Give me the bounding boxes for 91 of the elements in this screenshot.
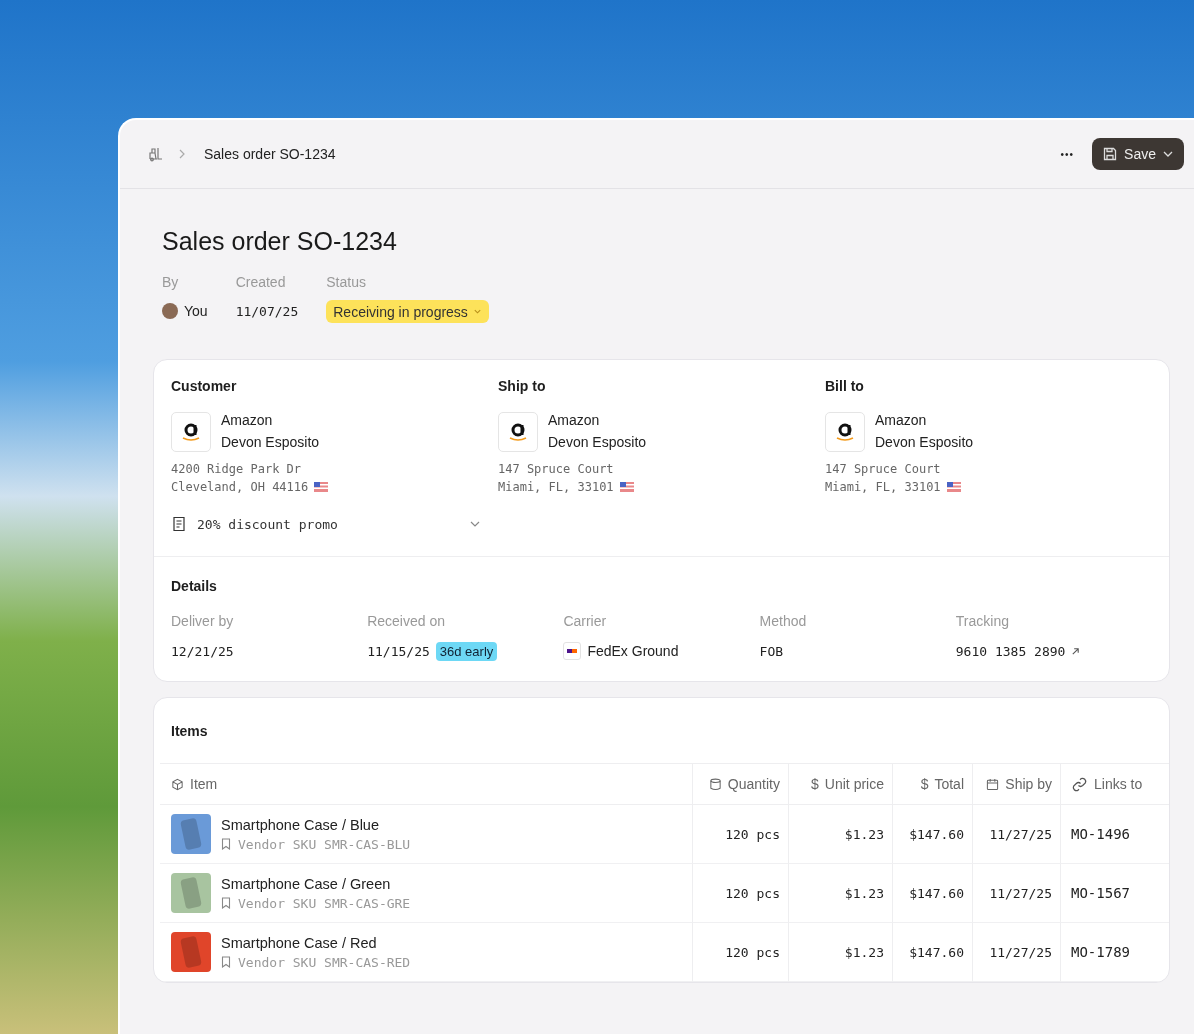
contact-name: Devon Esposito — [221, 434, 320, 450]
column-header: $ Total — [892, 763, 972, 805]
item-name: Smartphone Case / Red — [221, 934, 378, 951]
order-link[interactable]: MO-1496 — [1071, 826, 1130, 842]
order-link[interactable]: MO-1567 — [1071, 885, 1130, 901]
forklift-icon[interactable] — [148, 146, 164, 162]
vendor-sku: Vendor SKU SMR-CAS-GRE — [238, 895, 411, 911]
table-cell: 11/27/25 — [989, 885, 1052, 901]
company-name: Amazon — [875, 412, 928, 428]
carrier-logo-icon — [563, 642, 582, 660]
column-header: Ship by — [972, 763, 1060, 805]
vendor-sku: Vendor SKU SMR-CAS-BLU — [238, 836, 411, 852]
caret-icon — [472, 307, 482, 316]
bookmark-icon — [221, 897, 231, 909]
phone-case-icon — [180, 817, 202, 851]
a-letter-logo-icon — [171, 412, 211, 452]
meta-label: By — [162, 274, 179, 290]
company-name: Amazon — [221, 412, 274, 428]
meta-value: You — [184, 303, 208, 319]
address-line: Cleveland, OH 44116 — [171, 480, 309, 494]
page-title: Sales order SO-1234 — [162, 227, 398, 256]
table-cell: $1.23 — [844, 885, 884, 901]
table-cell: 11/27/25 — [989, 826, 1052, 842]
section-heading: Customer — [171, 378, 237, 394]
breadcrumb-current[interactable]: Sales order SO-1234 — [204, 146, 336, 162]
order-link[interactable]: MO-1789 — [1071, 944, 1130, 960]
item-name: Smartphone Case / Blue — [221, 816, 380, 833]
table-cell: $1.23 — [844, 944, 884, 960]
column-header: $ Unit price — [788, 763, 892, 805]
a-letter-logo-icon — [825, 412, 865, 452]
address-line: 147 Spruce Court — [498, 462, 614, 476]
cube-icon — [171, 777, 184, 791]
field-label: Received on — [367, 613, 445, 629]
early-badge: 36d early — [435, 641, 498, 661]
bookmark-icon — [221, 838, 231, 850]
dollar-sign: $ — [920, 776, 929, 792]
status-dropdown[interactable]: Receiving in progress — [326, 300, 489, 323]
address-line: Miami, FL, 33101 — [498, 480, 614, 494]
field-value: 12/21/25 — [171, 643, 234, 659]
chevron-right-icon — [178, 149, 186, 159]
field-label: Method — [759, 613, 807, 629]
tracking-link[interactable]: 9610 1385 2890 — [955, 643, 1066, 659]
a-letter-logo-icon — [498, 412, 538, 452]
table-cell: 120 pcs — [725, 826, 780, 842]
meta-label: Created — [235, 274, 286, 290]
field-value: 11/15/25 — [367, 643, 430, 659]
contact-name: Devon Esposito — [875, 434, 974, 450]
field-value: FedEx Ground — [587, 643, 679, 659]
field-label: Deliver by — [171, 613, 234, 629]
save-button[interactable]: Save — [1092, 138, 1184, 170]
meta-label: Status — [326, 274, 366, 290]
company-name: Amazon — [548, 412, 601, 428]
field-label: Tracking — [955, 613, 1009, 629]
table-cell: $147.60 — [909, 826, 964, 842]
us-flag-icon — [619, 482, 634, 492]
column-header: Item — [160, 763, 692, 805]
us-flag-icon — [946, 482, 961, 492]
document-icon — [171, 516, 187, 532]
section-heading: Items — [170, 722, 209, 741]
field-label: Carrier — [563, 613, 607, 629]
item-name: Smartphone Case / Green — [221, 875, 392, 892]
table-cell: $147.60 — [909, 944, 964, 960]
table-cell: 11/27/25 — [989, 944, 1052, 960]
link-icon — [1071, 775, 1088, 793]
address-line: Miami, FL, 33101 — [825, 480, 941, 494]
more-button[interactable]: ••• — [1056, 144, 1079, 164]
cylinder-icon — [708, 777, 722, 791]
us-flag-icon — [314, 482, 329, 492]
address-line: 147 Spruce Court — [825, 462, 941, 476]
promo-dropdown[interactable]: 20% discount promo — [171, 516, 481, 532]
table-cell: $147.60 — [909, 885, 964, 901]
table-cell: 120 pcs — [725, 944, 780, 960]
table-cell: 120 pcs — [725, 885, 780, 901]
phone-case-icon — [180, 935, 202, 969]
section-heading: Ship to — [498, 378, 546, 394]
vendor-sku: Vendor SKU SMR-CAS-RED — [238, 954, 411, 970]
meta-value: 11/07/25 — [235, 302, 299, 321]
column-header: Quantity — [692, 763, 788, 805]
external-link-icon — [1071, 646, 1081, 656]
contact-name: Devon Esposito — [548, 434, 647, 450]
dollar-sign: $ — [811, 776, 819, 792]
bookmark-icon — [221, 956, 231, 968]
column-header: Links to — [1060, 763, 1169, 805]
address-line: 4200 Ridge Park Dr — [171, 462, 302, 476]
section-heading: Bill to — [825, 378, 864, 394]
avatar — [162, 303, 178, 319]
table-cell: $1.23 — [844, 826, 884, 842]
section-heading: Details — [171, 578, 217, 594]
calendar-icon — [986, 777, 1000, 791]
phone-case-icon — [180, 876, 202, 910]
field-value: FOB — [759, 643, 784, 659]
